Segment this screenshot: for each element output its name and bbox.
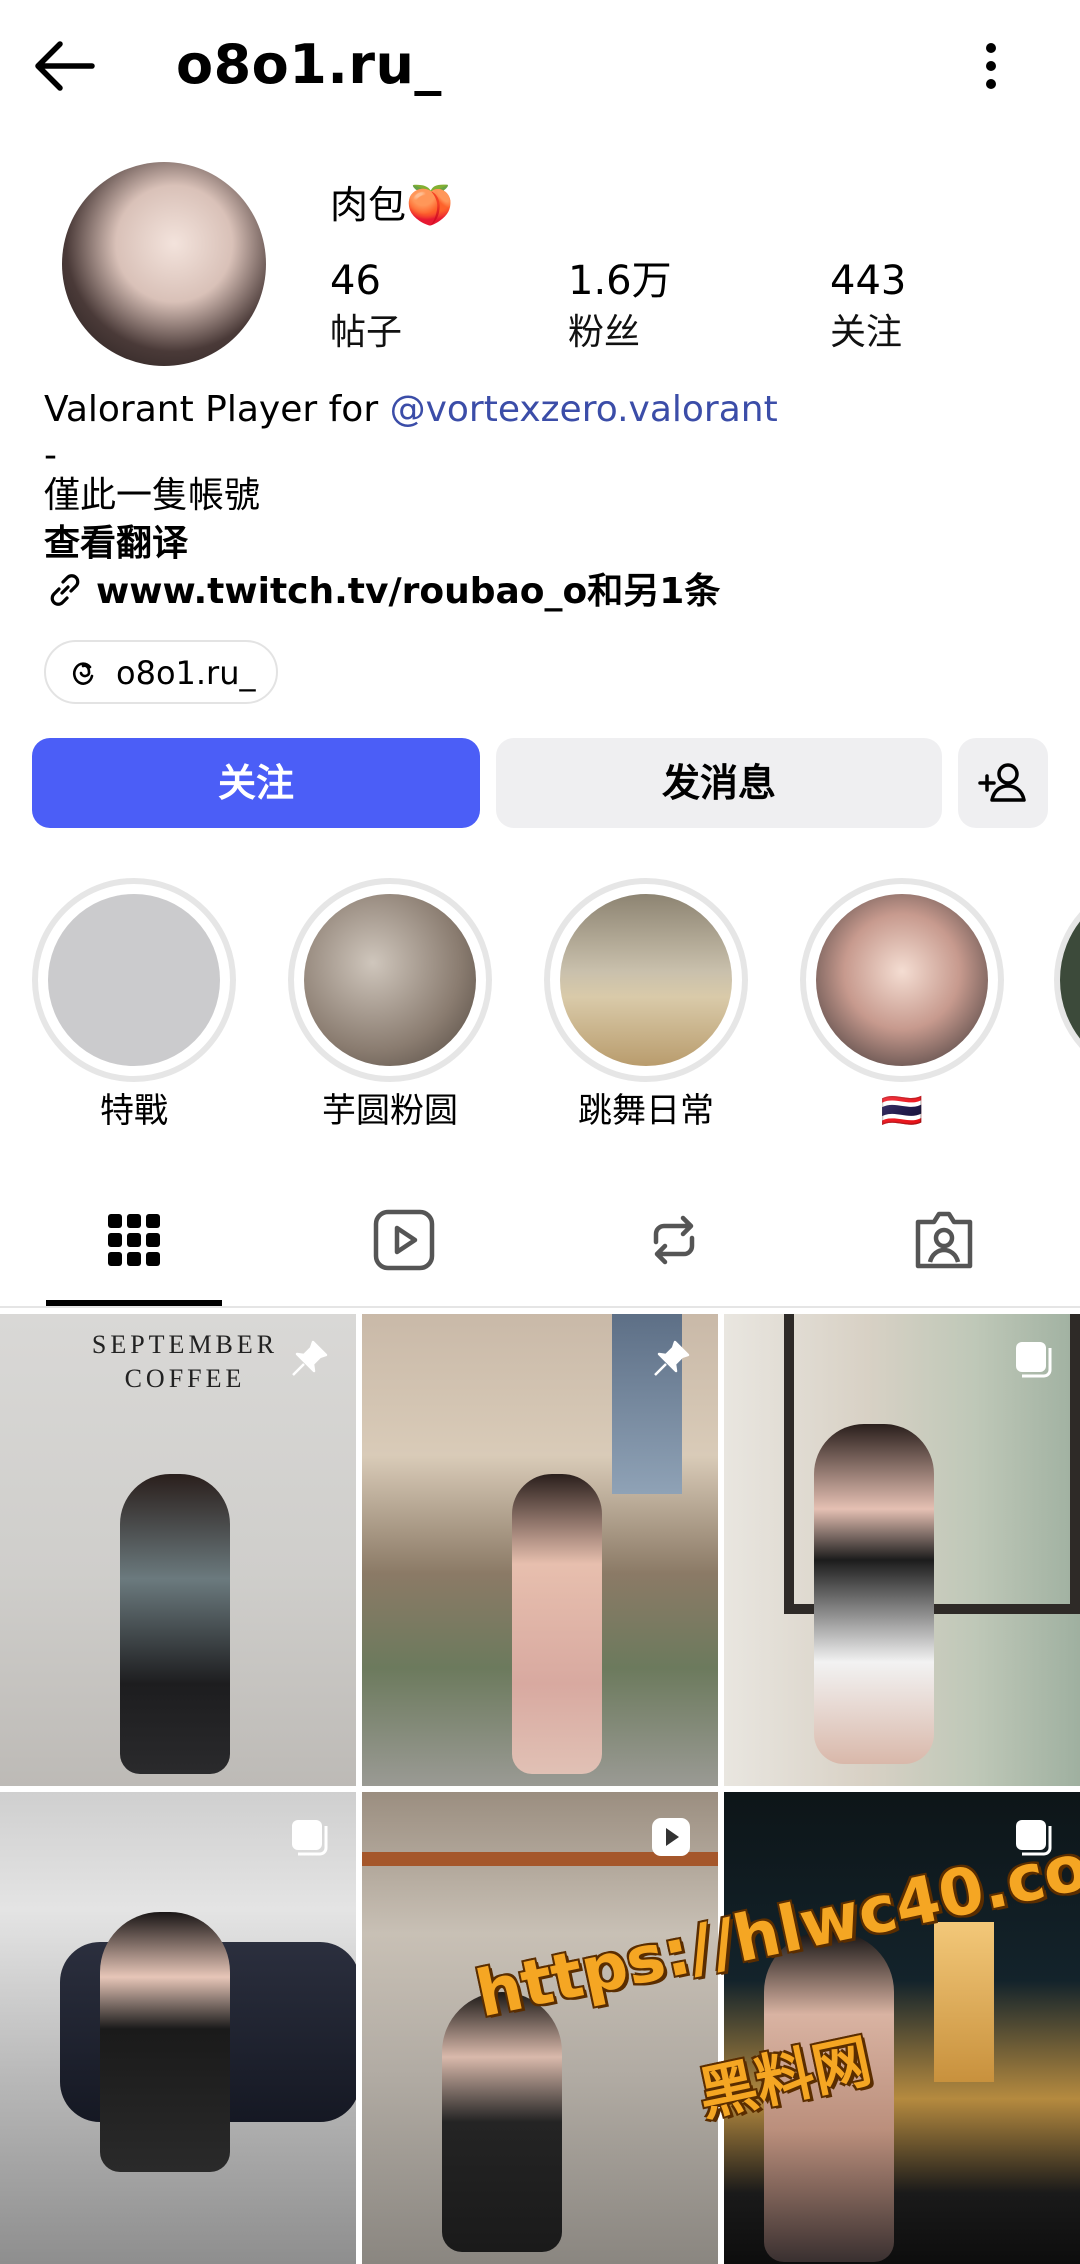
display-name: 肉包🍑: [330, 183, 454, 227]
avatar[interactable]: [62, 162, 266, 366]
multiple-photos-icon: [292, 1820, 328, 1856]
highlight-ring: [800, 878, 1004, 1082]
add-user-button[interactable]: [958, 738, 1048, 828]
post-caption-overlay: SEPTEMBER COFFEE: [91, 1330, 279, 1393]
posts-count: 46: [330, 258, 381, 304]
stat-followers[interactable]: 1.6万 粉丝: [568, 254, 672, 358]
highlight-cover: [560, 894, 732, 1066]
followers-label: 粉丝: [568, 312, 641, 353]
highlight-label: 特戰: [100, 1091, 168, 1131]
see-translation-link[interactable]: 查看翻译: [44, 520, 188, 568]
multiple-photos-icon: [1016, 1342, 1052, 1378]
highlight-label: 🇹🇭: [880, 1091, 924, 1131]
post-temple: [934, 1922, 994, 2082]
pin-icon: [292, 1340, 328, 1376]
following-count: 443: [830, 258, 907, 304]
post-subject: [120, 1474, 230, 1774]
message-button[interactable]: 发消息: [496, 738, 942, 828]
back-button[interactable]: [30, 36, 100, 96]
highlight-cover: [1054, 878, 1080, 1082]
pin-icon: [654, 1340, 690, 1376]
tab-posts-grid[interactable]: [94, 1200, 174, 1280]
following-label: 关注: [830, 312, 903, 353]
highlight-label: 跳舞日常: [578, 1091, 714, 1131]
threads-badge[interactable]: o8o1.ru_: [44, 640, 278, 704]
stat-posts[interactable]: 46 帖子: [330, 254, 402, 358]
threads-handle: o8o1.ru_: [116, 654, 256, 692]
post-5[interactable]: [362, 1792, 718, 2264]
tagged-icon: [915, 1211, 973, 1269]
post-subject: [100, 1912, 230, 2172]
tab-tagged[interactable]: [904, 1200, 984, 1280]
post-subject: [814, 1424, 934, 1764]
post-3[interactable]: [724, 1314, 1080, 1786]
post-2[interactable]: [362, 1314, 718, 1786]
more-options-button[interactable]: [968, 36, 1014, 96]
tab-reels[interactable]: [364, 1200, 444, 1280]
highlight-5-partial[interactable]: [1054, 878, 1080, 1082]
bio-mention-link[interactable]: @vortexzero.valorant: [390, 389, 778, 430]
posts-label: 帖子: [330, 312, 403, 353]
person-add-icon: [978, 763, 1026, 802]
arrow-left-icon: [35, 41, 95, 91]
tab-reposts[interactable]: [634, 1200, 714, 1280]
post-1[interactable]: SEPTEMBER COFFEE: [0, 1314, 356, 1786]
highlight-4[interactable]: 🇹🇭: [800, 878, 1004, 1136]
reposts-icon: [653, 1215, 695, 1265]
highlight-cover: [816, 894, 988, 1066]
highlight-2[interactable]: 芋圆粉圆: [288, 878, 492, 1136]
followers-count: 1.6万: [568, 258, 672, 304]
highlight-ring: [288, 878, 492, 1082]
highlight-3[interactable]: 跳舞日常: [544, 878, 748, 1136]
post-4[interactable]: [0, 1792, 356, 2264]
threads-icon: [73, 662, 94, 685]
highlight-label: 芋圆粉圆: [322, 1091, 458, 1131]
profile-username: o8o1.ru_: [176, 33, 442, 96]
bio-link[interactable]: www.twitch.tv/roubao_o和另1条: [44, 568, 720, 616]
highlight-1[interactable]: 特戰: [32, 878, 236, 1136]
link-icon: [50, 574, 80, 606]
highlight-ring: [32, 878, 236, 1082]
stat-following[interactable]: 443 关注: [830, 254, 906, 358]
bio-text: Valorant Player for: [44, 389, 390, 430]
follow-button[interactable]: 关注: [32, 738, 480, 828]
bio-line-3: 僅此一隻帳號: [44, 475, 261, 516]
reel-play-icon: [652, 1818, 690, 1856]
grid-icon: [108, 1214, 160, 1266]
reels-icon: [373, 1209, 435, 1271]
post-subject: [442, 1992, 562, 2252]
tab-divider: [0, 1306, 1080, 1308]
highlight-cover: [304, 894, 476, 1066]
bio-line-1: Valorant Player for @vortexzero.valorant: [44, 386, 778, 434]
highlight-ring: [544, 878, 748, 1082]
highlight-cover: [48, 894, 220, 1066]
bio-link-text: www.twitch.tv/roubao_o和另1条: [96, 571, 721, 612]
post-subject: [512, 1474, 602, 1774]
more-vertical-icon: [986, 43, 996, 89]
